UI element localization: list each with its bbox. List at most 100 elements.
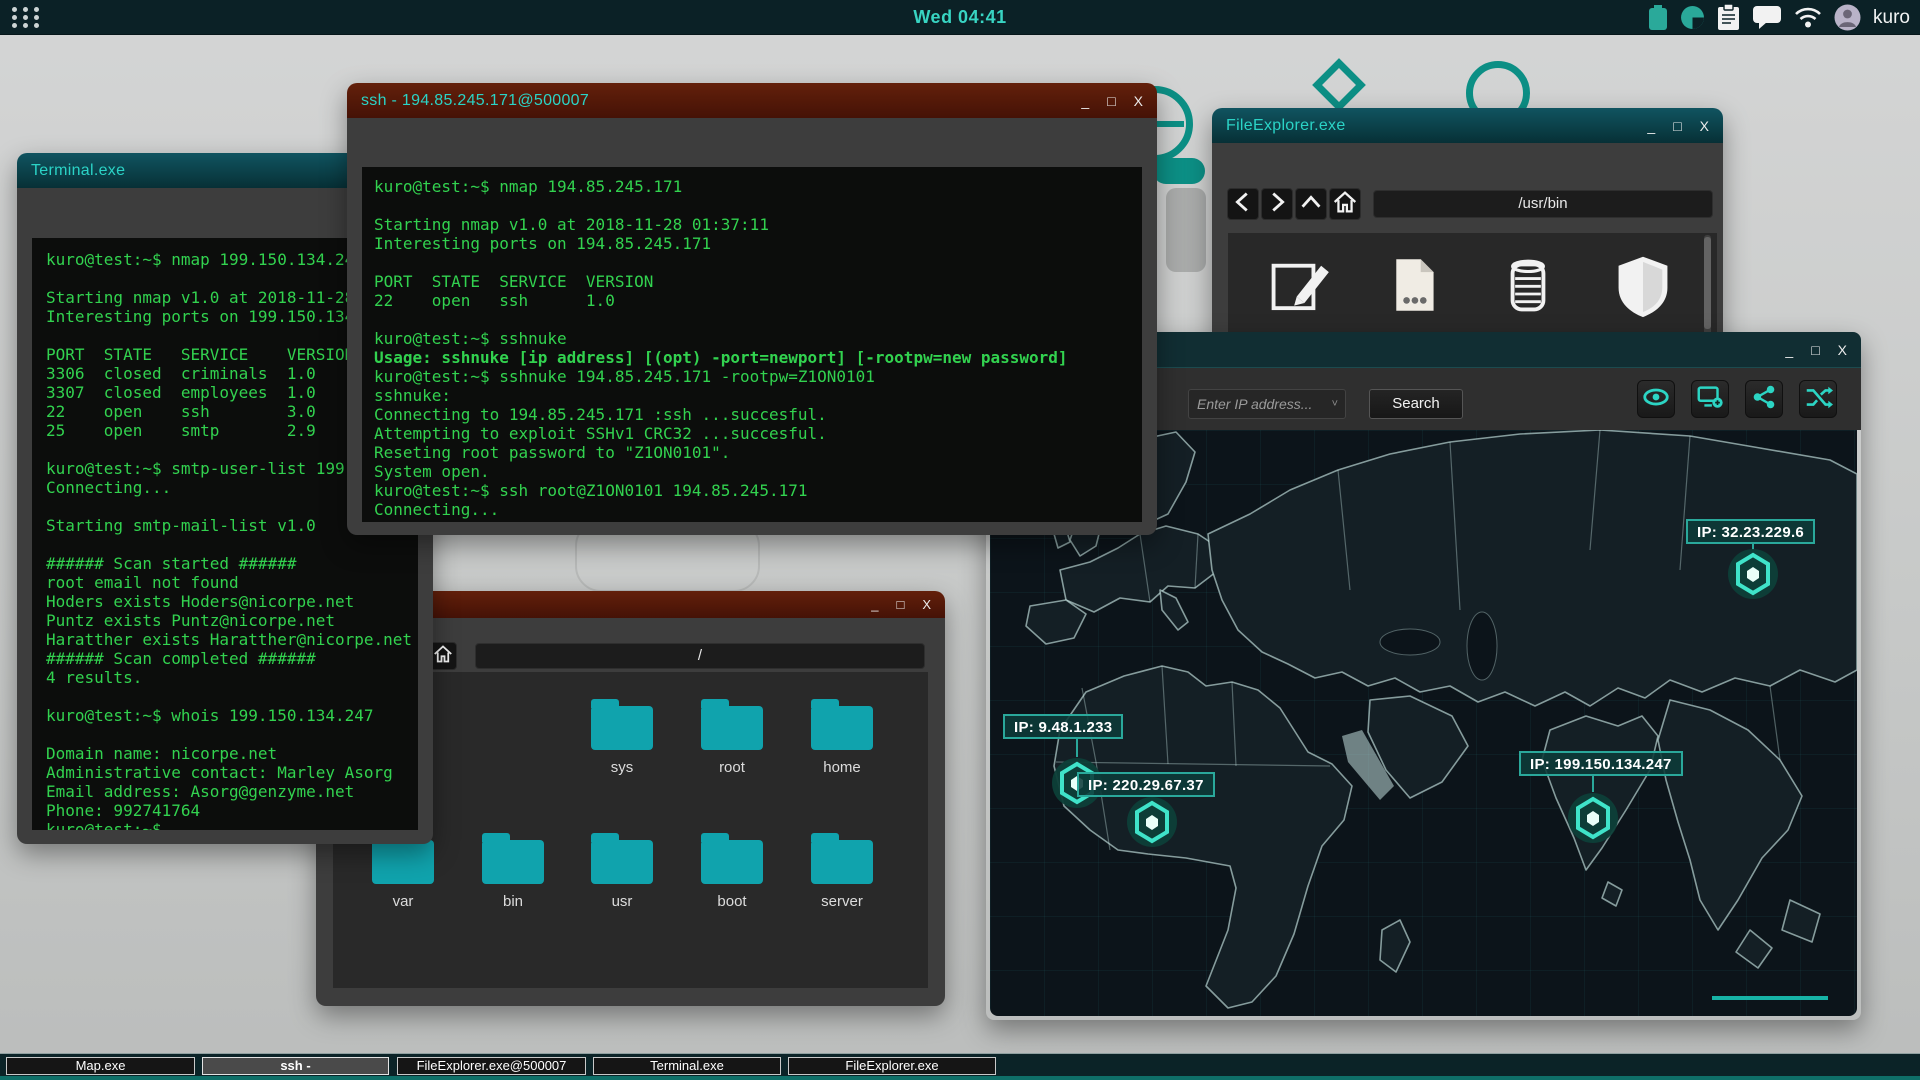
- ip-search-input[interactable]: Enter IP address... ˅: [1188, 389, 1346, 419]
- search-button[interactable]: Search: [1369, 389, 1463, 419]
- folder-item-server[interactable]: server: [797, 833, 887, 910]
- hexagon-marker[interactable]: [1566, 791, 1620, 845]
- share-button[interactable]: [1745, 380, 1783, 418]
- folder-icon: [811, 833, 873, 884]
- folder-label: server: [821, 893, 863, 910]
- map-black-sea: [1379, 628, 1441, 656]
- home-button[interactable]: [1329, 188, 1361, 220]
- folder-item-boot[interactable]: boot: [687, 833, 777, 910]
- remote-screen-icon: [1695, 382, 1725, 417]
- hexagon-marker[interactable]: [1726, 547, 1780, 601]
- desktop-flag-icon: [1312, 58, 1366, 112]
- window-title: FileExplorer.exe: [1226, 116, 1346, 134]
- close-button[interactable]: X: [1134, 94, 1143, 108]
- taskbar-item-map[interactable]: Map.exe: [6, 1057, 195, 1075]
- home-icon: [1330, 187, 1360, 222]
- up-button[interactable]: [1295, 188, 1327, 220]
- taskbar-item-ssh[interactable]: ssh -: [202, 1057, 389, 1075]
- folder-item-sys[interactable]: sys: [577, 699, 667, 776]
- folder-icon: [591, 833, 653, 884]
- scrollbar-thumb[interactable]: [1704, 237, 1711, 329]
- ip-label[interactable]: IP: 9.48.1.233: [1003, 714, 1124, 739]
- ip-label[interactable]: IP: 32.23.229.6: [1686, 519, 1816, 544]
- folder-item-home[interactable]: home: [797, 699, 887, 776]
- remote-screen-button[interactable]: [1691, 380, 1729, 418]
- hexagon-marker[interactable]: [1125, 795, 1179, 849]
- map-caspian-sea: [1466, 611, 1498, 681]
- folder-label: var: [392, 893, 414, 910]
- folder-icon: [372, 833, 434, 884]
- folder-label: root: [719, 759, 745, 776]
- notepad-icon: [1262, 249, 1334, 326]
- folder-label: bin: [502, 893, 524, 910]
- address-bar[interactable]: /: [475, 643, 925, 669]
- pie-chart-icon[interactable]: [1680, 5, 1705, 30]
- shuffle-button[interactable]: [1799, 380, 1837, 418]
- folder-icon: [701, 699, 763, 750]
- folder-label: boot: [717, 893, 747, 910]
- ip-search-placeholder: Enter IP address...: [1197, 396, 1313, 412]
- desktop-icon-fragment: [1153, 158, 1205, 184]
- maximize-button[interactable]: □: [1811, 343, 1819, 357]
- clock: Wed 04:41: [913, 6, 1007, 27]
- home-icon: [431, 642, 455, 671]
- maximize-button[interactable]: □: [896, 597, 904, 612]
- map-scale-line: [1712, 996, 1828, 1000]
- back-icon: [1228, 187, 1258, 222]
- folder-label: home: [823, 759, 861, 776]
- chat-icon[interactable]: [1752, 5, 1782, 30]
- desktop: FileExplorer.exe _ □ X /usr/bin _ □ X En…: [0, 0, 1920, 1080]
- folder-icon: [482, 833, 544, 884]
- minimize-button[interactable]: _: [1081, 94, 1089, 108]
- ssh-body: kuro@test:~$ nmap 194.85.245.171 Startin…: [347, 118, 1157, 535]
- eye-icon: [1641, 382, 1671, 417]
- folder-icon: [811, 699, 873, 750]
- clipboard-icon[interactable]: [1717, 4, 1740, 31]
- back-button[interactable]: [1227, 188, 1259, 220]
- ip-label[interactable]: IP: 220.29.67.37: [1077, 772, 1215, 797]
- wifi-icon[interactable]: [1794, 6, 1822, 29]
- folder-item-root[interactable]: root: [687, 699, 777, 776]
- taskbar-accent-strip: [0, 1076, 1920, 1080]
- maximize-button[interactable]: □: [1673, 119, 1681, 133]
- file-explorer-title-bar[interactable]: FileExplorer.exe _ □ X: [1212, 108, 1723, 143]
- folder-label: sys: [610, 759, 634, 776]
- taskbar-item-fileexplorer-remote[interactable]: FileExplorer.exe@500007: [397, 1057, 586, 1075]
- close-button[interactable]: X: [1838, 343, 1847, 357]
- address-bar[interactable]: /usr/bin: [1373, 190, 1713, 218]
- close-button[interactable]: X: [1700, 119, 1709, 133]
- battery-icon[interactable]: [1648, 4, 1668, 31]
- marker-connector: [1592, 776, 1594, 792]
- folder-item-var[interactable]: var: [358, 833, 448, 910]
- minimize-button[interactable]: _: [1785, 343, 1793, 357]
- folder-icon: [591, 699, 653, 750]
- top-bar: Wed 04:41 kuro: [0, 0, 1920, 35]
- close-button[interactable]: X: [922, 597, 931, 612]
- username[interactable]: kuro: [1873, 7, 1914, 29]
- eye-button[interactable]: [1637, 380, 1675, 418]
- maximize-button[interactable]: □: [1107, 94, 1115, 108]
- minimize-button[interactable]: _: [871, 597, 878, 612]
- forward-icon: [1262, 187, 1292, 222]
- ssh-terminal-output[interactable]: kuro@test:~$ nmap 194.85.245.171 Startin…: [362, 167, 1142, 522]
- window-title: Terminal.exe: [31, 161, 126, 179]
- desktop-icon-fragment: [1166, 188, 1206, 272]
- avatar-icon[interactable]: [1834, 4, 1861, 31]
- taskbar-item-terminal[interactable]: Terminal.exe: [593, 1057, 781, 1075]
- up-icon: [1296, 187, 1326, 222]
- ssh-title-bar[interactable]: ssh - 194.85.245.171@500007 _ □ X: [347, 83, 1157, 118]
- forward-button[interactable]: [1261, 188, 1293, 220]
- taskbar: Map.exe ssh - FileExplorer.exe@500007 Te…: [0, 1053, 1920, 1080]
- settings-file-icon: [1377, 249, 1449, 326]
- marker-connector: [1076, 739, 1078, 757]
- home-button[interactable]: [429, 642, 457, 670]
- monitor-shield-icon: [1607, 249, 1679, 326]
- shuffle-icon: [1803, 382, 1833, 417]
- ip-label[interactable]: IP: 199.150.134.247: [1519, 751, 1683, 776]
- folder-item-bin[interactable]: bin: [468, 833, 558, 910]
- taskbar-item-fileexplorer[interactable]: FileExplorer.exe: [788, 1057, 996, 1075]
- share-icon: [1749, 382, 1779, 417]
- folder-item-usr[interactable]: usr: [577, 833, 667, 910]
- chevron-down-icon: ˅: [1331, 398, 1338, 410]
- minimize-button[interactable]: _: [1647, 119, 1655, 133]
